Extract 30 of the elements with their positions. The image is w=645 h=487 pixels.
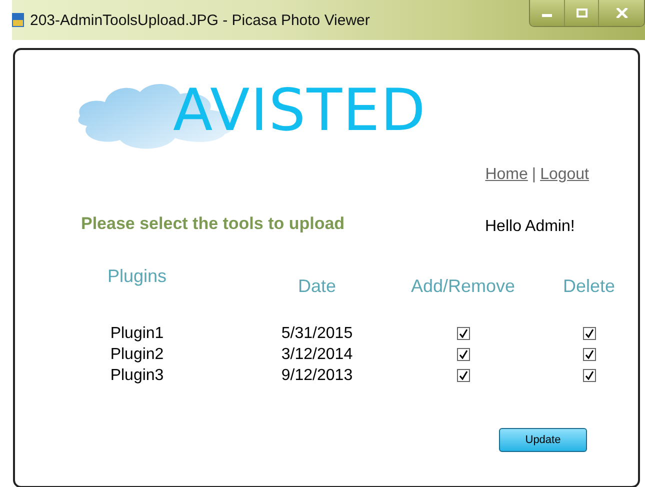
window-title: 203-AdminToolsUpload.JPG - Picasa Photo Viewer: [30, 12, 370, 28]
minimize-button[interactable]: [530, 0, 564, 26]
page-heading: Please select the tools to upload: [81, 214, 346, 234]
picture-icon: [12, 13, 24, 27]
maximize-button[interactable]: [564, 0, 598, 26]
plugin-name: Plugin1: [109, 324, 165, 344]
update-button[interactable]: Update: [499, 428, 587, 452]
plugin-name: Plugin2: [109, 345, 165, 365]
logo-text: AVISTED: [173, 76, 426, 144]
separator: |: [532, 166, 536, 184]
home-link[interactable]: Home: [485, 166, 528, 184]
date-cell-text: 5/31/2015: [280, 324, 354, 344]
add-checkbox[interactable]: [456, 327, 470, 340]
date-cell-text: 3/12/2014: [280, 345, 354, 365]
close-button[interactable]: [598, 0, 644, 26]
close-icon: [616, 8, 628, 18]
add-checkbox[interactable]: [456, 369, 470, 382]
greeting: Hello Admin!: [485, 218, 575, 236]
column-header: Date: [296, 276, 338, 297]
add-checkbox[interactable]: [456, 348, 470, 361]
column-header: Plugins: [107, 266, 167, 288]
logout-link[interactable]: Logout: [540, 166, 589, 184]
column-header: Add/Remove: [410, 276, 516, 297]
delete-checkbox[interactable]: [582, 327, 596, 340]
maximize-icon: [576, 8, 588, 18]
plugin-name: Plugin3: [109, 366, 165, 386]
delete-checkbox[interactable]: [582, 369, 596, 382]
date-cell-text: 9/12/2013: [280, 366, 354, 386]
column-header: Delete: [562, 276, 616, 297]
delete-checkbox[interactable]: [582, 348, 596, 361]
